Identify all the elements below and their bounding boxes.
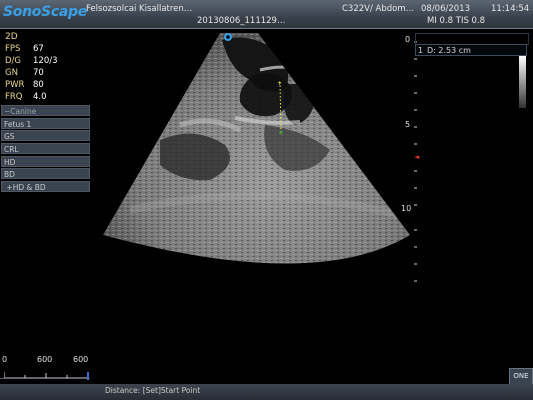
clock: 11:14:54 <box>491 4 530 14</box>
one-button[interactable]: ONE <box>509 368 533 385</box>
param-label: FPS <box>5 44 21 54</box>
menu-item-label: HD <box>4 157 16 167</box>
depth-label-5: 5 <box>405 120 411 129</box>
menu-item-label: CRL <box>4 145 19 155</box>
scale-label-min: 0 <box>2 355 8 364</box>
menu-item-gs[interactable]: GS <box>1 130 90 142</box>
divider <box>0 378 90 379</box>
svg-text:+: + <box>277 80 282 87</box>
svg-text:+: + <box>278 129 284 137</box>
brand-logo: SonoScape <box>3 4 87 20</box>
param-frq: FRQ 4.0 <box>5 92 47 102</box>
param-value: 70 <box>33 68 44 78</box>
measurement-value: D: 2.53 cm <box>427 46 471 55</box>
scale-bar: 0 600 600 <box>2 355 90 386</box>
ultrasound-image[interactable]: + + <box>100 30 415 285</box>
depth-ruler: ◄ 0 5 10 <box>401 30 425 290</box>
patient-name: Felsozsolcai Kisallatren… <box>86 4 193 14</box>
status-bar <box>0 384 533 400</box>
menu-item-hd-bd[interactable]: +HD & BD <box>1 181 90 193</box>
param-pwr: PWR 80 <box>5 80 44 90</box>
menu-item-canine[interactable]: −Canine <box>1 105 90 116</box>
measurement-result: 1 D: 2.53 cm <box>415 44 527 56</box>
measurement-index: 1 <box>418 46 424 55</box>
param-fps: FPS 67 <box>5 44 44 54</box>
menu-item-fetus[interactable]: Fetus 1 <box>1 117 90 129</box>
focus-marker: ◄ <box>414 153 420 161</box>
param-gn: GN 70 <box>5 68 44 78</box>
menu-item-label: BD <box>4 170 15 180</box>
imaging-mode: 2D <box>5 32 18 42</box>
menu-item-label: HD & BD <box>12 183 46 193</box>
header-divider <box>0 28 533 29</box>
param-dg: D/G 120/3 <box>5 56 58 66</box>
param-label: PWR <box>5 80 25 90</box>
param-label: GN <box>5 68 18 78</box>
measurement-menu: −Canine Fetus 1 GS CRL HD BD +HD & BD <box>1 105 90 194</box>
grayscale-bar <box>519 56 526 108</box>
menu-item-label: Fetus 1 <box>4 119 32 129</box>
acoustic-indices: MI 0.8 TIS 0.8 <box>427 16 486 26</box>
param-value: 80 <box>33 80 44 90</box>
exam-id: 20130806_111129… <box>197 16 286 26</box>
menu-item-crl[interactable]: CRL <box>1 143 90 155</box>
scale-label-mid: 600 <box>37 355 53 364</box>
depth-label-0: 0 <box>405 35 411 44</box>
menu-item-bd[interactable]: BD <box>1 168 90 180</box>
param-value: 120/3 <box>33 56 58 66</box>
param-value: 4.0 <box>33 92 47 102</box>
menu-item-label: GS <box>4 132 15 142</box>
menu-item-hd[interactable]: HD <box>1 155 90 167</box>
menu-item-label: Canine <box>10 107 37 116</box>
param-label: FRQ <box>5 92 23 102</box>
exam-date: 08/06/2013 <box>421 4 470 14</box>
top-bar: SonoScape Felsozsolcai Kisallatren… 2013… <box>0 0 533 28</box>
param-value: 67 <box>33 44 44 54</box>
depth-label-10: 10 <box>401 204 412 213</box>
probe-preset: C322V/ Abdom… <box>342 4 415 14</box>
status-text: Distance: [Set]Start Point <box>105 386 201 395</box>
param-label: D/G <box>5 56 21 66</box>
scale-label-max: 600 <box>73 355 89 364</box>
